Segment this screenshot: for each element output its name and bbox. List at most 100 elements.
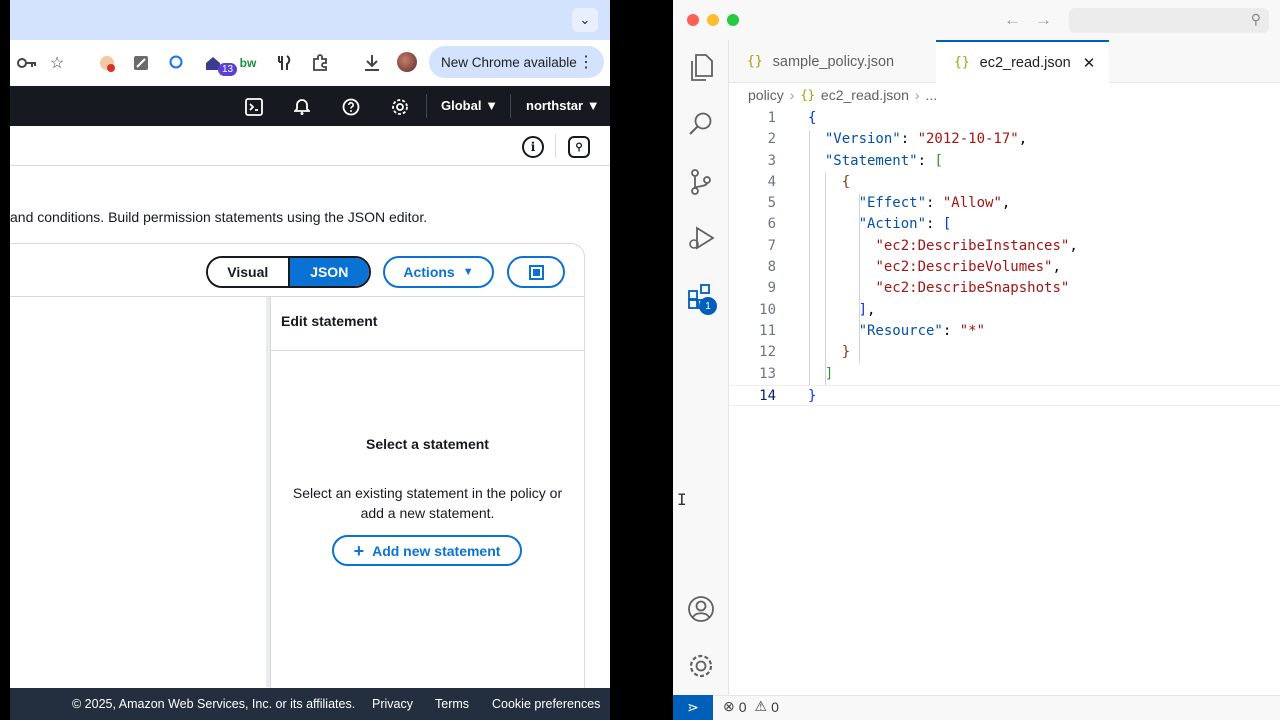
select-statement-title: Select a statement <box>366 436 489 452</box>
breadcrumb-more[interactable]: ... <box>926 87 938 103</box>
visual-mode-button[interactable]: Visual <box>208 258 290 286</box>
region-selector[interactable]: Global ▼ <box>441 98 498 113</box>
breadcrumb: policy › {} ec2_read.json › ... <box>748 87 937 103</box>
account-menu[interactable]: northstar ▼ <box>526 98 600 113</box>
chrome-menu-icon[interactable]: ⋮ <box>578 52 594 72</box>
panel-icon <box>528 264 544 280</box>
profile-avatar[interactable] <box>397 52 417 72</box>
new-chrome-label: New Chrome available <box>441 54 577 70</box>
caret-down-icon: ▼ <box>586 98 600 113</box>
breadcrumb-folder[interactable]: policy <box>748 87 784 103</box>
search-icon: ⚲ <box>1250 11 1261 27</box>
editor-mode-toggle: Visual JSON <box>206 256 371 288</box>
code-line: 2 "Version": "2012-10-17", <box>767 131 1028 148</box>
tab-sample-policy[interactable]: {} sample_policy.json <box>729 40 936 83</box>
cloudshell-icon[interactable] <box>243 96 265 118</box>
plus-icon: + <box>353 540 365 561</box>
settings-gear-icon[interactable] <box>389 96 411 118</box>
json-file-icon: {} <box>800 88 815 102</box>
nav-divider <box>426 94 427 118</box>
code-line: 6 "Action": [ <box>767 216 952 233</box>
code-line: 1{ <box>767 110 817 126</box>
policy-editor-description: and conditions. Build permission stateme… <box>10 209 428 225</box>
console-subheader <box>10 126 610 166</box>
run-and-debug-icon[interactable] <box>685 222 717 254</box>
manage-gear-icon[interactable] <box>685 650 717 682</box>
bookmark-star-icon[interactable]: ☆ <box>44 50 70 76</box>
warning-count: 0 <box>771 698 779 715</box>
caret-down-icon: ▼ <box>485 98 498 113</box>
downloads-icon[interactable] <box>359 50 385 76</box>
problems-indicator[interactable]: ⊗ 0 ⚠ 0 <box>723 698 779 715</box>
info-icon[interactable]: i <box>522 136 544 158</box>
tab-search-chevron-icon[interactable]: ⌄ <box>572 8 598 32</box>
caret-down-icon: ▼ <box>462 266 474 278</box>
extensions-puzzle-icon[interactable] <box>307 50 333 76</box>
password-key-icon[interactable] <box>14 50 40 76</box>
add-new-statement-button[interactable]: + Add new statement <box>332 535 522 566</box>
tab-ec2-read[interactable]: {} ec2_read.json ✕ <box>936 40 1109 83</box>
code-line: 4 { <box>767 173 851 190</box>
code-line: 9 "ec2:DescribeSnapshots" <box>767 280 1070 297</box>
command-center-search[interactable]: ⚲ <box>1069 8 1269 33</box>
edit-statement-title: Edit statement <box>281 313 378 329</box>
footer-cookie-preferences-link[interactable]: Cookie preferences <box>492 697 600 711</box>
code-line: 7 "ec2:DescribeInstances", <box>767 237 1078 254</box>
breadcrumb-file[interactable]: ec2_read.json <box>821 87 909 103</box>
extension-tool-icon[interactable] <box>271 50 297 76</box>
add-statement-label: Add new statement <box>372 542 501 559</box>
actions-dropdown-button[interactable]: Actions ▼ <box>383 256 494 288</box>
code-line: 3 "Statement": [ <box>767 152 943 169</box>
select-statement-description: Select an existing statement in the poli… <box>292 485 563 521</box>
footer-privacy-link[interactable]: Privacy <box>372 697 413 711</box>
maximize-window-icon[interactable] <box>727 14 739 26</box>
json-mode-button[interactable]: JSON <box>289 258 369 286</box>
json-file-icon: {} <box>954 55 970 70</box>
code-line: 10 ], <box>759 301 876 318</box>
code-line: 5 "Effect": "Allow", <box>767 195 1011 212</box>
code-line: 13 ] <box>759 365 834 382</box>
code-line-current: 14} <box>729 384 1280 407</box>
explorer-files-icon[interactable] <box>685 52 717 84</box>
extensions-update-badge: 1 <box>699 297 717 315</box>
source-control-icon[interactable] <box>685 166 717 198</box>
subheader-divider <box>555 134 556 158</box>
amazon-q-icon[interactable]: ⚲ <box>568 136 590 158</box>
edit-statement-divider <box>270 350 585 351</box>
tab-label: sample_policy.json <box>772 53 895 70</box>
warning-icon: ⚠ <box>754 698 768 714</box>
chrome-tab-strip <box>10 0 610 40</box>
actions-label: Actions <box>403 264 455 280</box>
error-count: 0 <box>738 698 747 715</box>
chevron-right-icon: › <box>789 87 795 103</box>
tab-label: ec2_read.json <box>979 54 1071 71</box>
code-line: 8 "ec2:DescribeVolumes", <box>767 259 1061 276</box>
new-chrome-available-button[interactable]: New Chrome available ⋮ <box>429 46 604 78</box>
code-editor[interactable]: 1{ 2 "Version": "2012-10-17", 3 "Stateme… <box>729 108 1280 407</box>
navigate-forward-icon[interactable]: → <box>1035 10 1052 30</box>
extension-bw-icon[interactable]: bw <box>235 50 261 76</box>
code-line: 12 } <box>759 344 851 361</box>
navigate-back-icon[interactable]: ← <box>1004 10 1021 30</box>
accounts-icon[interactable] <box>685 593 717 625</box>
toggle-side-panel-button[interactable] <box>507 256 565 288</box>
text-cursor-icon: I <box>677 490 687 509</box>
extension-rocket-icon[interactable] <box>94 50 120 76</box>
footer-terms-link[interactable]: Terms <box>435 697 469 711</box>
remote-indicator-icon[interactable]: ⋗ <box>673 695 713 720</box>
notifications-bell-icon[interactable] <box>291 96 313 118</box>
search-icon[interactable] <box>685 108 717 140</box>
extension-search-icon[interactable] <box>164 50 190 76</box>
account-label: northstar <box>526 98 584 113</box>
chevron-right-icon: › <box>914 87 920 103</box>
region-label: Global <box>441 98 482 113</box>
vscode-window: ← → ⚲ 1 {} sample_policy.json {} ec2_rea… <box>673 0 1280 720</box>
footer-copyright: © 2025, Amazon Web Services, Inc. or its… <box>72 697 356 711</box>
minimize-window-icon[interactable] <box>707 14 719 26</box>
aws-footer: © 2025, Amazon Web Services, Inc. or its… <box>10 688 610 720</box>
close-window-icon[interactable] <box>687 14 699 26</box>
help-icon[interactable] <box>340 96 362 118</box>
nav-divider <box>510 94 511 118</box>
close-tab-icon[interactable]: ✕ <box>1083 54 1096 72</box>
extension-pencil-icon[interactable] <box>128 50 154 76</box>
